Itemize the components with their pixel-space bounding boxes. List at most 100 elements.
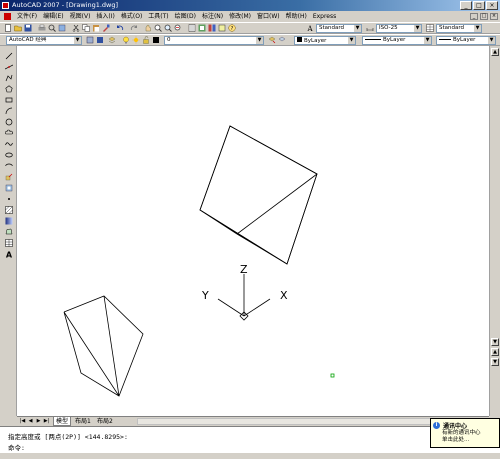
chevron-down-icon: ▼: [488, 37, 495, 44]
menu-file[interactable]: 文件(F): [14, 11, 40, 22]
tab-model[interactable]: 模型: [53, 417, 72, 426]
tab-last-icon[interactable]: ▶|: [43, 418, 50, 425]
plot-preview-icon[interactable]: [48, 24, 56, 32]
maximize-button[interactable]: □: [473, 1, 485, 10]
menu-dimension[interactable]: 标注(N): [199, 11, 226, 22]
polyline-icon[interactable]: [5, 74, 13, 82]
menu-view[interactable]: 视图(V): [67, 11, 94, 22]
tab-layout2[interactable]: 布局2: [95, 417, 115, 426]
layer-manager-icon[interactable]: [108, 36, 116, 44]
line-icon[interactable]: [5, 52, 13, 60]
ellipse-icon[interactable]: [5, 151, 13, 159]
plot-icon[interactable]: [38, 24, 46, 32]
workspace-settings-icon[interactable]: [86, 36, 94, 44]
doc-close-button[interactable]: ×: [490, 13, 498, 20]
table-style-icon[interactable]: [426, 24, 434, 32]
tab-layout1[interactable]: 布局1: [73, 417, 93, 426]
gradient-icon[interactable]: [5, 217, 13, 225]
lineweight-control-dropdown[interactable]: ByLayer ▼: [436, 36, 496, 45]
open-folder-icon[interactable]: [14, 24, 22, 32]
command-prompt[interactable]: 命令:: [8, 442, 25, 452]
tool-palettes-icon[interactable]: [208, 24, 216, 32]
menu-bar: 文件(F) 编辑(E) 视图(V) 插入(I) 格式(O) 工具(T) 绘图(D…: [0, 11, 500, 22]
publish-icon[interactable]: [58, 24, 66, 32]
layer-previous-icon[interactable]: [278, 36, 286, 44]
command-window[interactable]: 指定高度或 [两点(2P)] <144.8295>: 命令:: [0, 426, 500, 452]
point-icon[interactable]: [5, 195, 13, 203]
rectangle-icon[interactable]: [5, 96, 13, 104]
make-layer-current-icon[interactable]: [268, 36, 276, 44]
layer-unlock-icon: [143, 36, 149, 44]
balloon-message-line1: 有新的通讯中心: [442, 430, 481, 436]
text-style-dropdown[interactable]: Standard ▼: [316, 24, 362, 33]
horizontal-scrollbar[interactable]: [137, 418, 477, 425]
communication-center-balloon[interactable]: i 通讯中心 有新的通讯中心 单击此处...: [430, 418, 500, 448]
redo-icon[interactable]: [130, 24, 138, 32]
make-block-icon[interactable]: [5, 184, 13, 192]
dimension-style-dropdown[interactable]: ISO-25 ▼: [376, 24, 422, 33]
zoom-previous-icon[interactable]: [174, 24, 182, 32]
previous-page-icon[interactable]: ▲: [491, 348, 499, 356]
paste-icon[interactable]: [92, 24, 100, 32]
text-style-icon[interactable]: A: [306, 24, 314, 32]
menu-edit[interactable]: 编辑(E): [40, 11, 66, 22]
pan-icon[interactable]: [144, 24, 152, 32]
undo-icon[interactable]: [116, 24, 124, 32]
match-properties-icon[interactable]: [102, 24, 110, 32]
vertical-scrollbar[interactable]: ▲ ▼ ▲ ▼: [489, 46, 500, 416]
hatch-icon[interactable]: [5, 206, 13, 214]
construction-line-icon[interactable]: [5, 63, 13, 71]
menu-insert[interactable]: 插入(I): [93, 11, 117, 22]
design-center-icon[interactable]: [198, 24, 206, 32]
menu-format[interactable]: 格式(O): [118, 11, 145, 22]
save-icon[interactable]: [24, 24, 32, 32]
menu-draw[interactable]: 绘图(D): [172, 11, 199, 22]
scroll-up-icon[interactable]: ▲: [491, 48, 499, 56]
circle-icon[interactable]: [5, 118, 13, 126]
tab-first-icon[interactable]: |◀: [19, 418, 26, 425]
minimize-button[interactable]: _: [460, 1, 472, 10]
region-icon[interactable]: [5, 228, 13, 236]
workspace-save-icon[interactable]: [96, 36, 104, 44]
menu-express[interactable]: Express: [310, 11, 339, 22]
multiline-text-icon[interactable]: A: [5, 250, 13, 258]
tab-next-icon[interactable]: ▶: [35, 418, 42, 425]
window-controls: _ □ ×: [460, 1, 498, 10]
table-style-dropdown[interactable]: Standard ▼: [436, 24, 482, 33]
ellipse-arc-icon[interactable]: [5, 162, 13, 170]
polygon-icon[interactable]: [5, 85, 13, 93]
sheet-set-icon[interactable]: [218, 24, 226, 32]
autocad-app-icon[interactable]: [2, 2, 9, 9]
tab-prev-icon[interactable]: ◀: [27, 418, 34, 425]
arc-icon[interactable]: [5, 107, 13, 115]
next-page-icon[interactable]: ▼: [491, 358, 499, 366]
document-icon[interactable]: [4, 13, 11, 20]
revision-cloud-icon[interactable]: [5, 129, 13, 137]
menu-tools[interactable]: 工具(T): [145, 11, 171, 22]
doc-restore-button[interactable]: □: [480, 13, 488, 20]
zoom-realtime-icon[interactable]: [154, 24, 162, 32]
dimension-style-icon[interactable]: [366, 24, 374, 32]
drawing-area[interactable]: Z Y X: [17, 46, 489, 416]
zoom-window-icon[interactable]: [164, 24, 172, 32]
help-icon[interactable]: ?: [228, 24, 236, 32]
properties-icon[interactable]: [188, 24, 196, 32]
color-control-dropdown[interactable]: ByLayer ▼: [294, 36, 356, 45]
spline-icon[interactable]: [5, 140, 13, 148]
scroll-down-icon[interactable]: ▼: [491, 338, 499, 346]
workspace-dropdown[interactable]: AutoCAD 经典 ▼: [6, 36, 82, 45]
layer-dropdown[interactable]: 0 ▼: [164, 36, 264, 45]
close-button[interactable]: ×: [486, 1, 498, 10]
cut-icon[interactable]: [72, 24, 80, 32]
info-icon: i: [433, 422, 440, 429]
menu-modify[interactable]: 修改(M): [226, 11, 254, 22]
doc-minimize-button[interactable]: _: [470, 13, 478, 20]
insert-block-icon[interactable]: [5, 173, 13, 181]
balloon-message-line2[interactable]: 单击此处...: [442, 437, 481, 444]
copy-icon[interactable]: [82, 24, 90, 32]
menu-help[interactable]: 帮助(H): [283, 11, 310, 22]
table-icon[interactable]: [5, 239, 13, 247]
linetype-control-dropdown[interactable]: ByLayer ▼: [362, 36, 432, 45]
menu-window[interactable]: 窗口(W): [254, 11, 283, 22]
new-file-icon[interactable]: [4, 24, 12, 32]
